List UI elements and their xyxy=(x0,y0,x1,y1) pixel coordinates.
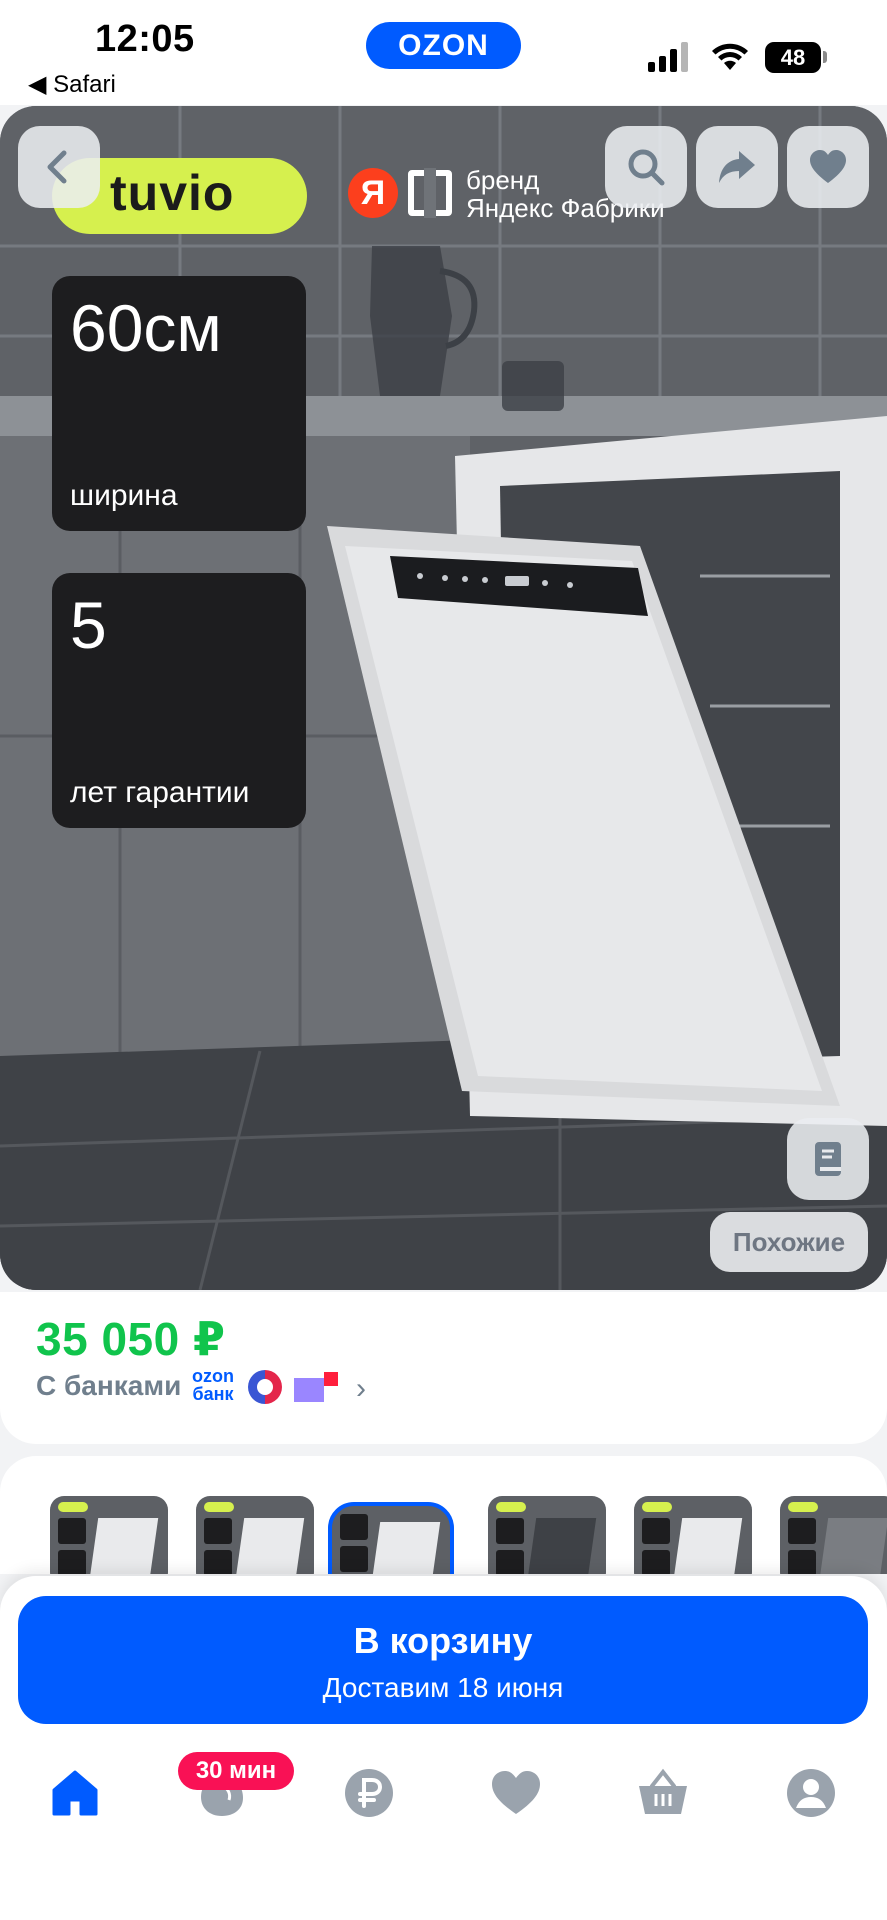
spec-label: ширина xyxy=(70,479,178,512)
back-to-safari-link[interactable]: ◀ Safari xyxy=(28,70,116,99)
ozon-bank-logo: ozon банк xyxy=(192,1367,234,1403)
bottom-tab-bar: 30 мин xyxy=(0,1746,887,1920)
spec-label: лет гарантии xyxy=(70,776,250,809)
cart-icon xyxy=(639,1768,687,1814)
ruble-icon xyxy=(345,1769,393,1817)
tab-finance[interactable] xyxy=(342,1766,396,1820)
share-button[interactable] xyxy=(696,126,778,208)
search-icon xyxy=(628,149,665,186)
cart-button-label: В корзину xyxy=(353,1620,533,1661)
chevron-right-icon[interactable]: › xyxy=(356,1372,366,1406)
back-icon xyxy=(47,150,67,184)
delivery-time-badge: 30 мин xyxy=(178,1752,294,1790)
yandex-logo: Я xyxy=(348,168,398,218)
heart-icon xyxy=(810,150,846,183)
spec-value: 60см xyxy=(70,291,222,365)
manual-button[interactable] xyxy=(787,1118,869,1200)
favorites-icon xyxy=(492,1771,540,1814)
tab-favorites[interactable] xyxy=(489,1766,543,1820)
spec-card-width: 60см ширина xyxy=(52,276,306,531)
spec-card-warranty: 5 лет гарантии xyxy=(52,573,306,828)
thumbnail[interactable] xyxy=(50,1496,168,1574)
status-time: 12:05 xyxy=(95,18,195,60)
spec-value: 5 xyxy=(70,588,107,662)
price-section: 35 050 ₽ С банками ozon банк › xyxy=(0,1292,887,1444)
ozon-bank-line1: ozon xyxy=(192,1366,234,1386)
share-icon xyxy=(719,151,755,183)
product-image[interactable]: tuvio Я бренд Яндекс Фабрики 60см ширина… xyxy=(0,106,887,1290)
search-button[interactable] xyxy=(605,126,687,208)
add-to-cart-button[interactable]: В корзину Доставим 18 июня xyxy=(18,1596,868,1724)
home-icon xyxy=(52,1770,98,1816)
bank-logo-icon-2 xyxy=(294,1372,338,1402)
thumbnail-strip[interactable] xyxy=(0,1456,887,1574)
back-button[interactable] xyxy=(18,126,100,208)
thumbnail[interactable] xyxy=(196,1496,314,1574)
battery-tip xyxy=(823,51,827,63)
profile-icon xyxy=(787,1769,835,1817)
status-bar: 12:05 ◀ Safari OZON 48 xyxy=(0,0,887,105)
yandex-brand-line1: бренд xyxy=(466,165,540,195)
wifi-icon xyxy=(712,43,748,70)
thumbnail-active[interactable] xyxy=(328,1502,454,1574)
tab-cart[interactable] xyxy=(636,1766,690,1820)
bank-logo-icon xyxy=(248,1370,282,1404)
thumbnail[interactable] xyxy=(634,1496,752,1574)
tab-profile[interactable] xyxy=(784,1766,838,1820)
favorite-button[interactable] xyxy=(787,126,869,208)
ozon-bank-line2: банк xyxy=(192,1384,234,1404)
similar-button[interactable]: Похожие xyxy=(710,1212,868,1272)
delivery-date: Доставим 18 июня xyxy=(322,1672,564,1703)
thumbnail[interactable] xyxy=(780,1496,887,1574)
banks-label[interactable]: С банками xyxy=(36,1370,181,1402)
brand-name: tuvio xyxy=(110,165,235,221)
yandex-factory-logo xyxy=(408,168,452,218)
manual-icon xyxy=(815,1142,841,1176)
tab-home[interactable] xyxy=(48,1766,102,1820)
ozon-logo: OZON xyxy=(366,22,521,69)
battery-icon: 48 xyxy=(765,42,821,73)
thumbnail[interactable] xyxy=(488,1496,606,1574)
signal-icon xyxy=(648,42,688,72)
price-value: 35 050 ₽ xyxy=(36,1313,226,1365)
cart-bar: В корзину Доставим 18 июня xyxy=(0,1576,887,1746)
